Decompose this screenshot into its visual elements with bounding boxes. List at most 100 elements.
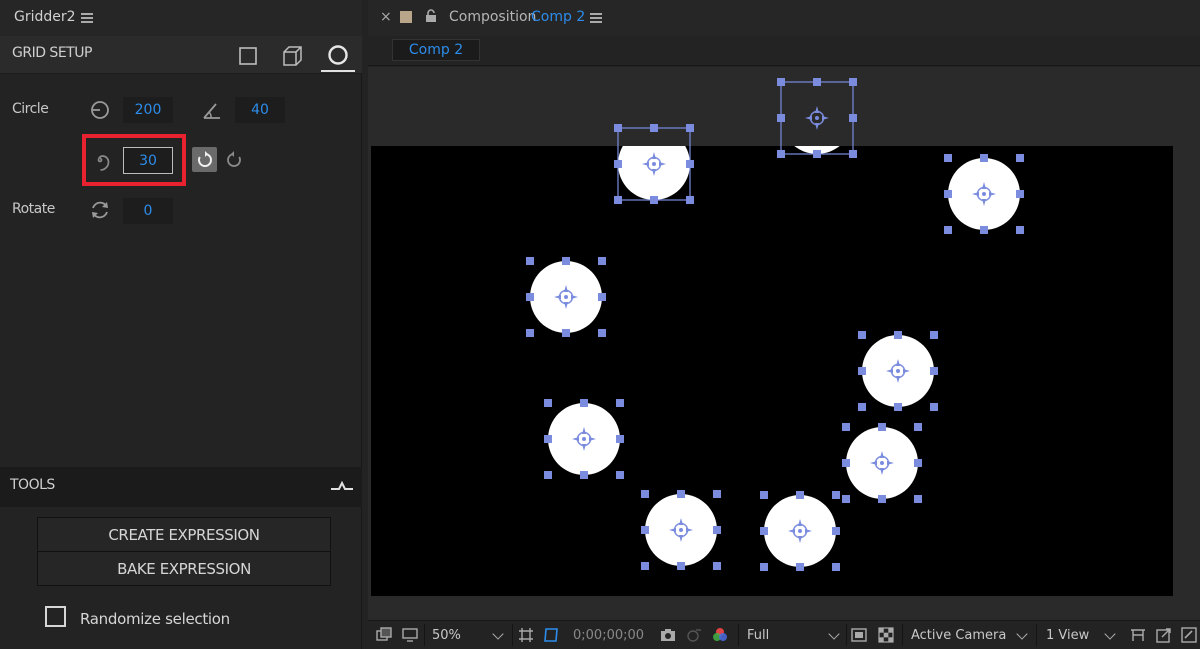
selection-handle[interactable]	[777, 114, 785, 122]
selection-handle[interactable]	[544, 399, 552, 407]
show-snapshot-icon[interactable]	[686, 627, 702, 643]
selection-handle[interactable]	[813, 150, 821, 158]
selection-handle[interactable]	[849, 114, 857, 122]
selection-handle[interactable]	[760, 563, 768, 571]
selection-handle[interactable]	[580, 399, 588, 407]
selection-handle[interactable]	[944, 226, 952, 234]
selection-handle[interactable]	[614, 196, 622, 204]
selection-handle[interactable]	[1016, 154, 1024, 162]
selection-handle[interactable]	[616, 435, 624, 443]
selection-handle[interactable]	[842, 495, 850, 503]
selection-handle[interactable]	[650, 196, 658, 204]
layer-6[interactable]	[544, 399, 624, 479]
selection-handle[interactable]	[677, 490, 685, 498]
selection-handle[interactable]	[849, 78, 857, 86]
selection-handle[interactable]	[713, 562, 721, 570]
timecode-display[interactable]: 0;00;00;00	[573, 628, 644, 643]
layer-1[interactable]	[614, 124, 694, 204]
selection-handle[interactable]	[526, 329, 534, 337]
resolution-select[interactable]: Full	[747, 628, 769, 643]
camera-select[interactable]: Active Camera	[911, 628, 1006, 643]
selection-handle[interactable]	[1016, 226, 1024, 234]
selection-handle[interactable]	[849, 150, 857, 158]
region-of-interest-icon[interactable]	[851, 627, 867, 643]
selection-handle[interactable]	[813, 78, 821, 86]
selection-handle[interactable]	[686, 160, 694, 168]
selection-handle[interactable]	[914, 459, 922, 467]
view-dropdown-icon[interactable]	[1104, 628, 1116, 640]
selection-handle[interactable]	[641, 490, 649, 498]
toggle-pixel-aspect-icon[interactable]	[1130, 627, 1146, 643]
monitor-icon[interactable]	[402, 627, 418, 643]
layer-4[interactable]	[526, 257, 606, 337]
mask-visibility-icon[interactable]	[543, 627, 559, 643]
selection-handle[interactable]	[598, 329, 606, 337]
fast-preview-icon[interactable]	[1156, 627, 1172, 643]
view-layout-select[interactable]: 1 View	[1046, 628, 1089, 643]
selection-handle[interactable]	[858, 367, 866, 375]
zoom-dropdown-icon[interactable]	[492, 628, 504, 640]
selection-handle[interactable]	[686, 196, 694, 204]
selection-handle[interactable]	[858, 331, 866, 339]
selection-handle[interactable]	[832, 491, 840, 499]
channel-icon[interactable]	[712, 627, 728, 643]
selection-handle[interactable]	[930, 403, 938, 411]
selection-handle[interactable]	[878, 495, 886, 503]
selection-handle[interactable]	[544, 471, 552, 479]
selection-handle[interactable]	[878, 423, 886, 431]
selection-handle[interactable]	[980, 154, 988, 162]
selection-handle[interactable]	[544, 435, 552, 443]
layer-7[interactable]	[842, 423, 922, 503]
camera-snapshot-icon[interactable]	[660, 627, 676, 643]
selection-handle[interactable]	[914, 495, 922, 503]
selection-handle[interactable]	[526, 293, 534, 301]
selection-handle[interactable]	[894, 331, 902, 339]
selection-handle[interactable]	[526, 257, 534, 265]
selection-handle[interactable]	[894, 403, 902, 411]
zoom-select[interactable]: 50%	[432, 628, 461, 643]
selection-handle[interactable]	[1016, 190, 1024, 198]
preview-icon[interactable]	[376, 627, 392, 643]
selection-handle[interactable]	[686, 124, 694, 132]
selection-handle[interactable]	[930, 367, 938, 375]
selection-handle[interactable]	[832, 563, 840, 571]
selection-handle[interactable]	[616, 471, 624, 479]
selection-handle[interactable]	[614, 124, 622, 132]
grid-guides-icon[interactable]	[518, 627, 534, 643]
selection-handle[interactable]	[858, 403, 866, 411]
timeline-icon[interactable]	[1181, 627, 1197, 643]
selection-handle[interactable]	[641, 526, 649, 534]
layer-2[interactable]	[777, 78, 857, 158]
resolution-dropdown-icon[interactable]	[828, 628, 840, 640]
selection-handle[interactable]	[760, 527, 768, 535]
selection-handle[interactable]	[796, 491, 804, 499]
selection-handle[interactable]	[677, 562, 685, 570]
selection-handle[interactable]	[650, 124, 658, 132]
selection-handle[interactable]	[614, 160, 622, 168]
selection-handle[interactable]	[598, 257, 606, 265]
selection-handle[interactable]	[580, 471, 588, 479]
selection-handle[interactable]	[914, 423, 922, 431]
anchor-point-icon[interactable]	[804, 105, 830, 131]
selection-handle[interactable]	[832, 527, 840, 535]
transparency-grid-icon[interactable]	[878, 627, 894, 643]
layer-8[interactable]	[641, 490, 721, 570]
selection-handle[interactable]	[713, 526, 721, 534]
selection-handle[interactable]	[713, 490, 721, 498]
selection-handle[interactable]	[562, 257, 570, 265]
selection-handle[interactable]	[930, 331, 938, 339]
selection-handle[interactable]	[777, 150, 785, 158]
layer-9[interactable]	[760, 491, 840, 571]
selection-handle[interactable]	[842, 459, 850, 467]
camera-dropdown-icon[interactable]	[1016, 628, 1028, 640]
selection-handle[interactable]	[944, 154, 952, 162]
selection-handle[interactable]	[760, 491, 768, 499]
selection-handle[interactable]	[598, 293, 606, 301]
selection-handle[interactable]	[980, 226, 988, 234]
layer-3[interactable]	[944, 154, 1024, 234]
selection-handle[interactable]	[796, 563, 804, 571]
selection-handle[interactable]	[777, 78, 785, 86]
selection-handle[interactable]	[562, 329, 570, 337]
selection-handle[interactable]	[616, 399, 624, 407]
layer-5[interactable]	[858, 331, 938, 411]
